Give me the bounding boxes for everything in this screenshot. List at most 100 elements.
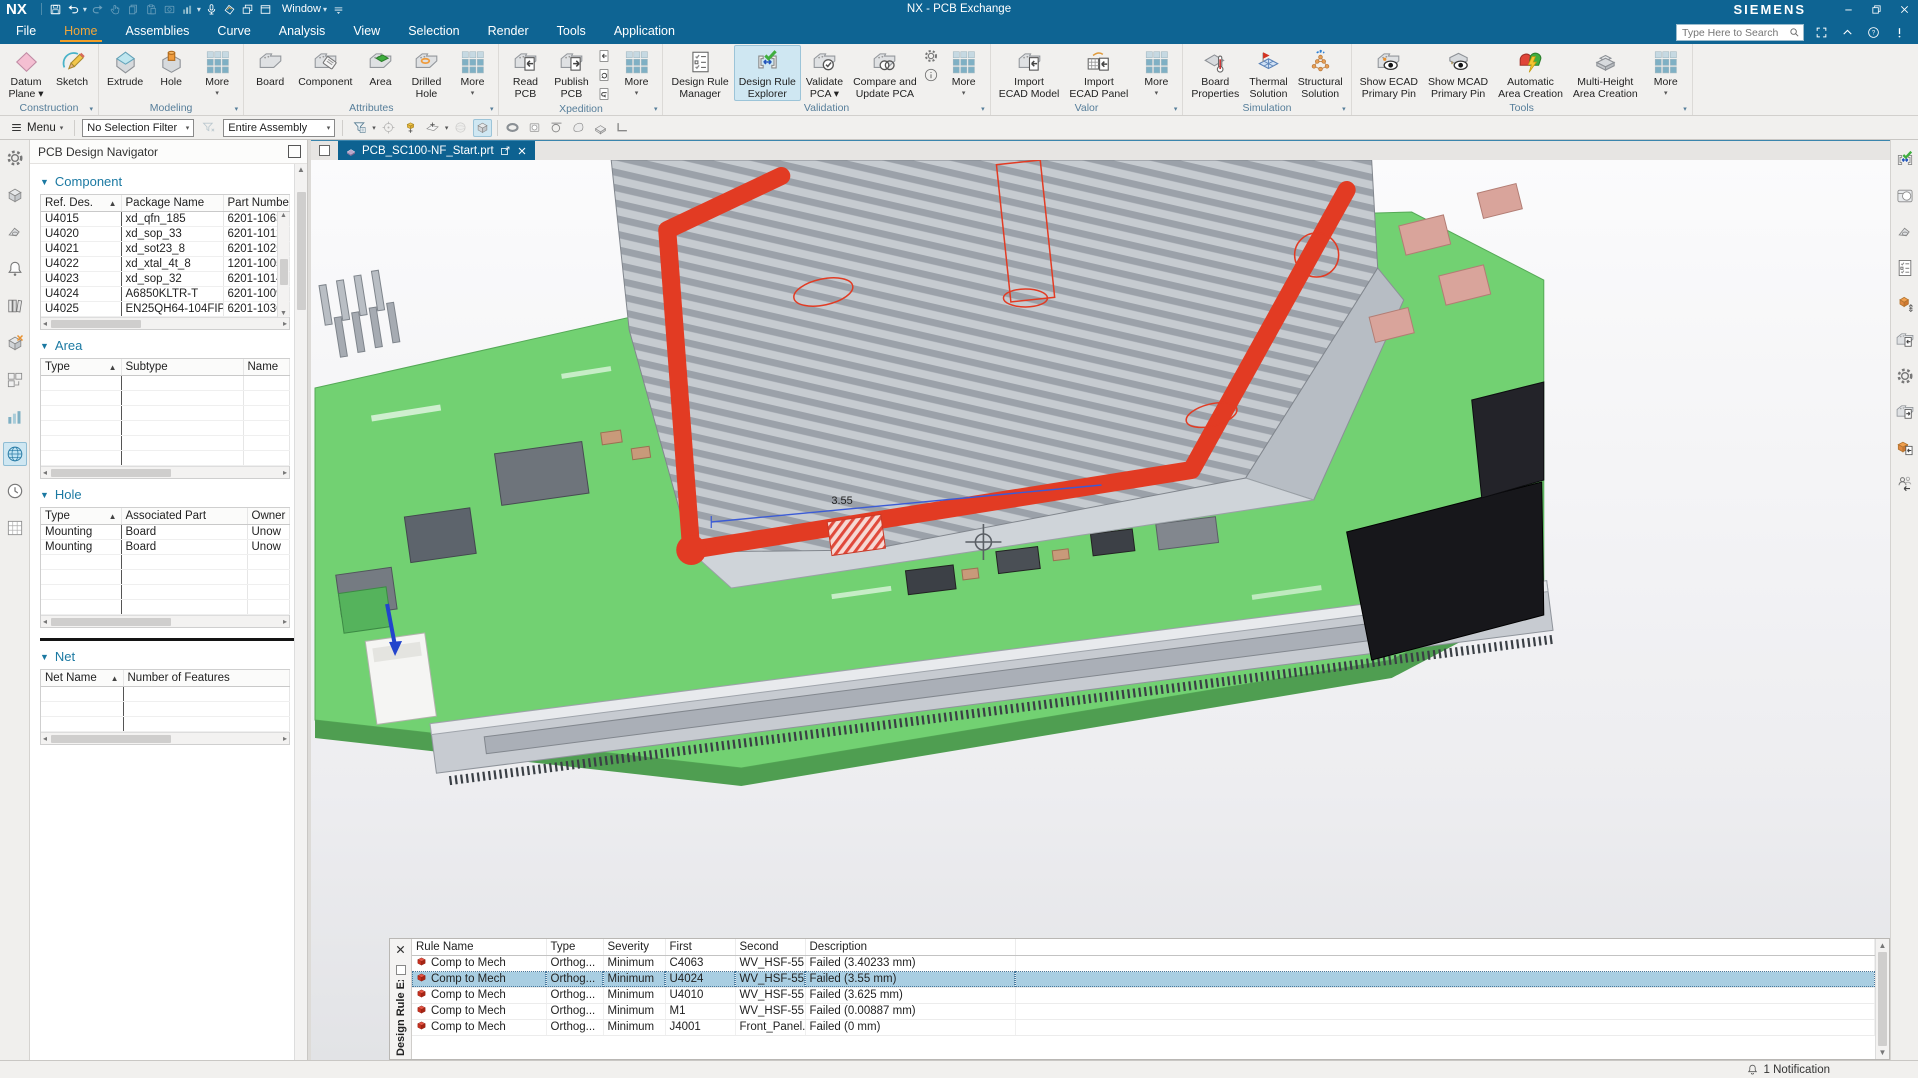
column-header[interactable]: Type▲ (41, 359, 121, 376)
ribbon-button-design-rule-manager[interactable]: Design Rule Manager (666, 45, 733, 101)
search-input[interactable] (1682, 27, 1789, 39)
table-row[interactable]: MountingBoardUnow (41, 540, 289, 555)
reset-filter-icon[interactable] (199, 119, 218, 137)
ribbon-button-compare-and-update-pca[interactable]: Compare and Update PCA (848, 45, 922, 101)
navigator-scrollbar[interactable]: ▲ (294, 164, 307, 1060)
table-row[interactable] (41, 570, 289, 585)
chart-icon[interactable] (3, 405, 27, 429)
ribbon-button-sketch[interactable]: Sketch (49, 45, 95, 90)
violation-row[interactable]: Comp to MechOrthog...MinimumC4063WV_HSF-… (412, 955, 1875, 971)
gear-icon[interactable] (3, 146, 27, 170)
gesture-icon[interactable] (222, 2, 238, 17)
undo-icon[interactable] (66, 2, 82, 17)
snap-target-icon[interactable] (379, 119, 398, 137)
board-import-icon[interactable] (1893, 328, 1917, 352)
column-header[interactable]: Rule Name (412, 939, 546, 955)
group-launcher-icon[interactable]: ▾ (490, 105, 494, 113)
table-row[interactable] (41, 600, 289, 615)
close-button[interactable] (1890, 0, 1918, 18)
menu-tab-file[interactable]: File (2, 20, 50, 44)
rule-panel-tab-label[interactable]: Design Rule Explorer (395, 980, 407, 1056)
group-launcher-icon[interactable]: ▾ (981, 105, 985, 113)
table-row[interactable] (41, 687, 289, 702)
ribbon-button-more[interactable]: More▾ (1643, 45, 1689, 98)
snap-sphere-icon[interactable] (451, 119, 470, 137)
column-header[interactable]: Type (546, 939, 603, 955)
ribbon-button-extrude[interactable]: Extrude (102, 45, 148, 90)
selection-filter-dropdown[interactable]: No Selection Filter ▾ (82, 119, 194, 137)
ribbon-button-board-properties[interactable]: Board Properties (1186, 45, 1244, 101)
ribbon-button-area[interactable]: Area (357, 45, 403, 90)
ribbon-button-design-rule-explorer[interactable]: Design Rule Explorer (734, 45, 801, 101)
rule-panel-checkbox[interactable] (396, 965, 406, 975)
ribbon-button-validate-pca[interactable]: Validate PCA ▾ (801, 45, 848, 101)
viewport-3d[interactable]: 3.55 (311, 160, 1890, 1060)
cylinder-view-icon[interactable] (1893, 184, 1917, 208)
bell-icon[interactable] (3, 257, 27, 281)
table-row[interactable]: U4025EN25QH64-104FIP6201-1036 (41, 302, 289, 317)
chart-icon[interactable] (180, 2, 196, 17)
section-header-hole[interactable]: ▼Hole (40, 487, 307, 502)
table-row[interactable] (41, 702, 289, 717)
ribbon-button-import-ecad-panel[interactable]: Import ECAD Panel (1064, 45, 1133, 101)
web-browser-icon[interactable] (3, 442, 27, 466)
column-header[interactable]: Associated Part (121, 508, 247, 525)
table-vscrollbar[interactable]: ▲▼ (277, 212, 289, 317)
table-hscrollbar[interactable]: ◂▸ (41, 615, 289, 627)
column-header[interactable]: Name (243, 359, 289, 376)
minimize-ribbon-icon[interactable] (1838, 25, 1856, 41)
menu-tab-selection[interactable]: Selection (394, 20, 473, 44)
column-header[interactable]: Owner (247, 508, 289, 525)
maximize-panel-icon[interactable] (288, 145, 301, 158)
float-panel-icon[interactable] (319, 145, 330, 156)
ribbon-button-hole[interactable]: Hole (148, 45, 194, 90)
menu-tab-application[interactable]: Application (600, 20, 689, 44)
menu-tab-view[interactable]: View (339, 20, 394, 44)
ribbon-button-publish-pcb[interactable]: Publish PCB (548, 45, 594, 101)
violation-row[interactable]: Comp to MechOrthog...MinimumU4010WV_HSF-… (412, 987, 1875, 1003)
rule-panel-scrollbar[interactable]: ▲▼ (1875, 939, 1889, 1059)
cascade-window-icon[interactable] (240, 2, 256, 17)
section-header-component[interactable]: ▼Component (40, 174, 307, 189)
table-row[interactable] (41, 376, 289, 391)
component-x-icon[interactable] (3, 331, 27, 355)
ribbon-button-drilled-hole[interactable]: Drilled Hole (403, 45, 449, 101)
menu-tab-analysis[interactable]: Analysis (265, 20, 340, 44)
violation-row[interactable]: Comp to MechOrthog...MinimumM1WV_HSF-55.… (412, 1003, 1875, 1019)
books-icon[interactable] (3, 294, 27, 318)
group-launcher-icon[interactable]: ▾ (235, 105, 239, 113)
board-export-icon[interactable] (1893, 400, 1917, 424)
fullscreen-icon[interactable] (1812, 25, 1830, 41)
menu-tab-curve[interactable]: Curve (203, 20, 264, 44)
scope-dropdown[interactable]: Entire Assembly ▾ (223, 119, 335, 137)
info-icon[interactable] (922, 66, 941, 84)
table-row[interactable] (41, 451, 289, 466)
ribbon-button-component[interactable]: Component (293, 45, 357, 90)
ribbon-button-more[interactable]: More▾ (194, 45, 240, 98)
menu-button[interactable]: Menu ▾ (6, 119, 67, 136)
ribbon-button-automatic-area-creation[interactable]: Automatic Area Creation (1493, 45, 1568, 101)
ribbon-button-datum-plane[interactable]: Datum Plane ▾ (3, 45, 49, 101)
ribbon-button-thermal-solution[interactable]: Thermal Solution (1244, 45, 1293, 101)
page-import-icon[interactable] (594, 47, 613, 65)
table-row[interactable] (41, 585, 289, 600)
ribbon-button-show-ecad-primary-pin[interactable]: Show ECAD Primary Pin (1355, 45, 1423, 101)
reuse-icon[interactable] (3, 368, 27, 392)
geom-torus-icon[interactable] (503, 119, 522, 137)
window-box-icon[interactable] (258, 2, 274, 17)
table-hscrollbar[interactable]: ◂▸ (41, 466, 289, 478)
table-row[interactable] (41, 717, 289, 732)
design-rule-explorer-mini-icon[interactable] (1893, 148, 1917, 172)
table-row[interactable] (41, 406, 289, 421)
table-row[interactable] (41, 555, 289, 570)
history-clock-icon[interactable] (3, 479, 27, 503)
column-header[interactable]: Severity (603, 939, 665, 955)
gear-icon[interactable] (1893, 364, 1917, 388)
geom-extrude-icon[interactable] (591, 119, 610, 137)
geom-face-icon[interactable] (569, 119, 588, 137)
help-icon[interactable]: ? (1864, 25, 1882, 41)
group-launcher-icon[interactable]: ▾ (654, 105, 658, 113)
column-header[interactable]: Number of Features (123, 670, 289, 687)
table-row[interactable] (41, 436, 289, 451)
document-tab[interactable]: PCB_SC100-NF_Start.prt (338, 141, 535, 160)
